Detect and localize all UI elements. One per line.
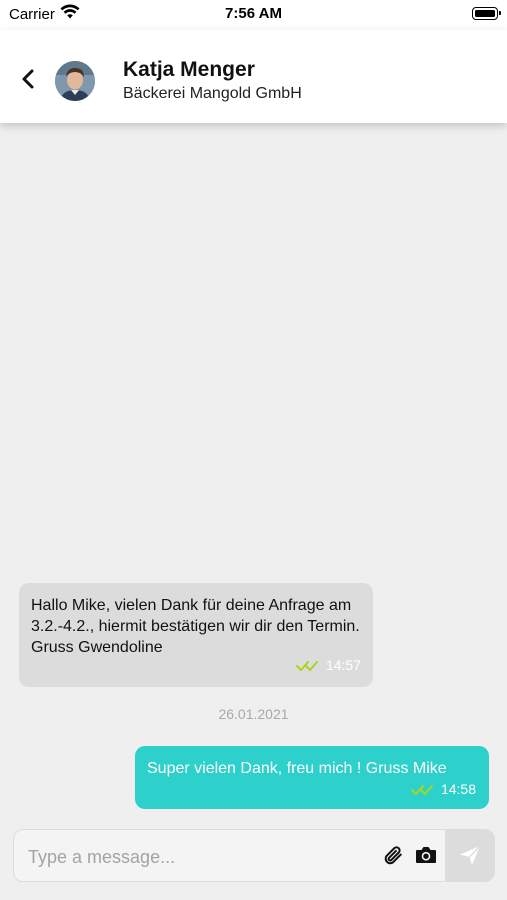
message-text: Hallo Mike, vielen Dank für deine Anfrag… — [31, 597, 360, 656]
avatar[interactable] — [55, 61, 95, 101]
battery-icon — [472, 7, 501, 20]
double-check-icon — [410, 785, 433, 796]
message-time: 14:57 — [325, 657, 361, 673]
chevron-left-icon[interactable] — [18, 68, 40, 90]
message-composer — [13, 829, 495, 882]
message-meta: 14:58 — [410, 781, 476, 797]
message-input[interactable] — [14, 830, 444, 881]
chat-header: Katja Menger Bäckerei Mangold GmbH — [0, 30, 507, 123]
message-time: 14:58 — [440, 781, 476, 797]
message-text: Super vielen Dank, freu mich ! Gruss Mik… — [147, 760, 447, 777]
contact-name[interactable]: Katja Menger — [123, 58, 255, 82]
date-separator: 26.01.2021 — [218, 706, 289, 722]
send-button[interactable] — [445, 830, 494, 881]
contact-company: Bäckerei Mangold GmbH — [123, 85, 302, 102]
outgoing-message-bubble: Super vielen Dank, freu mich ! Gruss Mik… — [135, 746, 489, 809]
double-check-icon — [295, 661, 318, 672]
avatar-image — [55, 61, 95, 101]
message-meta: 14:57 — [295, 657, 361, 673]
status-time: 7:56 AM — [225, 5, 282, 22]
paperclip-icon[interactable] — [382, 844, 404, 866]
status-bar: Carrier 7:56 AM — [0, 0, 507, 30]
incoming-message-bubble: Hallo Mike, vielen Dank für deine Anfrag… — [19, 583, 373, 687]
camera-icon[interactable] — [415, 845, 437, 865]
send-icon — [460, 845, 481, 865]
